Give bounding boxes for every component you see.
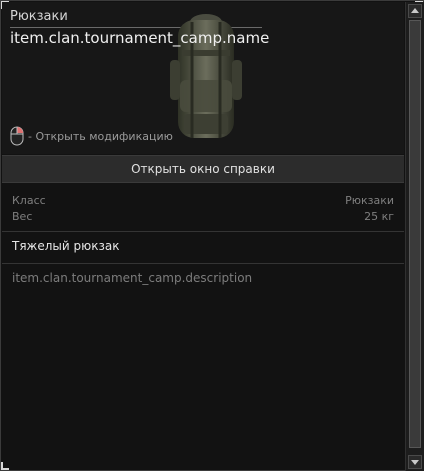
item-category: Рюкзаки (10, 9, 68, 24)
scrollbar[interactable] (405, 2, 424, 471)
modification-hint[interactable]: - Открыть модификацию (10, 126, 173, 146)
stat-row-class: Класс Рюкзаки (12, 194, 394, 210)
item-name: item.clan.tournament_camp.name (10, 29, 270, 47)
divider (2, 263, 404, 264)
item-tooltip-panel: Рюкзаки item.clan.tournament_camp.name -… (0, 0, 424, 471)
corner-decoration (1, 462, 9, 470)
item-header: Рюкзаки item.clan.tournament_camp.name -… (2, 2, 404, 154)
scroll-up-button[interactable] (408, 4, 422, 18)
item-subtitle: Тяжелый рюкзак (12, 239, 120, 253)
stat-value: Рюкзаки (345, 194, 394, 207)
stat-label: Вес (12, 210, 33, 223)
arrow-up-icon (411, 8, 419, 13)
scrollbar-thumb[interactable] (409, 20, 421, 448)
arrow-down-icon (411, 460, 419, 465)
item-description: item.clan.tournament_camp.description (12, 271, 253, 285)
divider (2, 231, 404, 232)
item-stats: Класс Рюкзаки Вес 25 кг (2, 187, 404, 231)
hint-label: - Открыть модификацию (28, 129, 173, 143)
open-help-button[interactable]: Открыть окно справки (2, 155, 404, 183)
stat-label: Класс (12, 194, 46, 207)
stat-row-weight: Вес 25 кг (12, 210, 394, 226)
scroll-down-button[interactable] (408, 455, 422, 469)
stat-value: 25 кг (364, 210, 394, 223)
mouse-icon (10, 126, 24, 146)
